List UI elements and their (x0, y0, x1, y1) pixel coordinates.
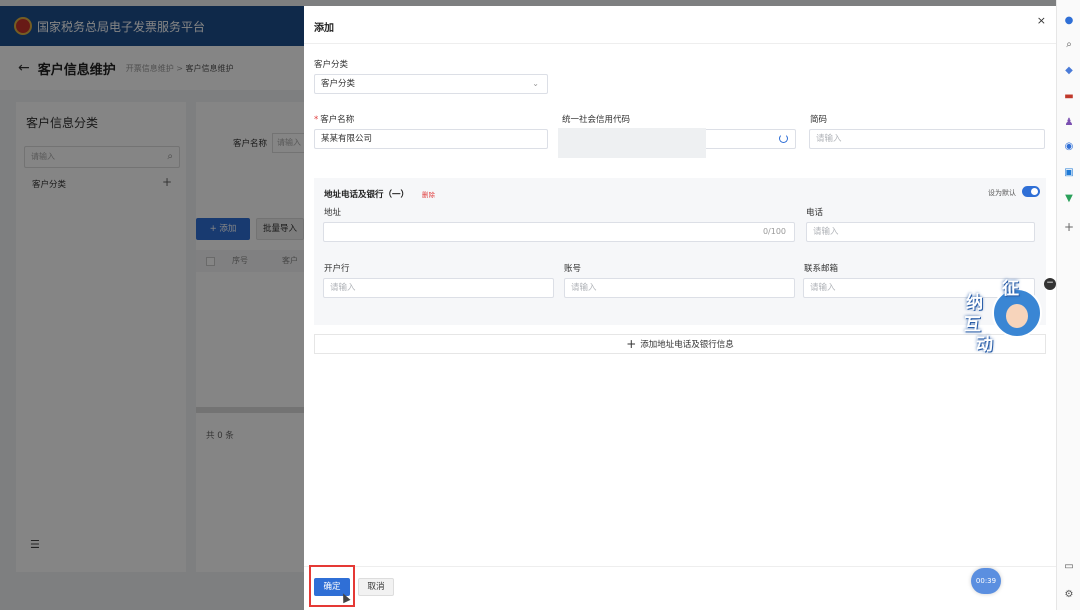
account-input[interactable]: 请输入 (564, 278, 795, 298)
close-icon[interactable]: × (1037, 14, 1046, 27)
cart-icon[interactable]: ▼ (1062, 192, 1076, 206)
address-section-title: 地址电话及银行（一） (324, 190, 410, 200)
set-default-toggle[interactable] (1022, 186, 1040, 197)
customer-category-value: 客户分类 (321, 79, 356, 89)
plus-icon: + (626, 337, 637, 351)
people-icon[interactable]: ♟ (1062, 116, 1076, 130)
search-icon[interactable]: ⌕ (1062, 38, 1076, 52)
required-mark: * (314, 115, 319, 125)
mascot-char: 征 (1002, 279, 1019, 299)
customer-name-label-text: 客户名称 (320, 115, 355, 125)
add-customer-drawer: 添加 × 客户分类 客户分类 ⌄ * 客户名称 某某有限公司 统一社会信用代码 简… (304, 6, 1056, 610)
credit-code-label: 统一社会信用代码 (562, 115, 631, 125)
short-code-input[interactable]: 请输入 (809, 129, 1045, 149)
add-icon[interactable]: + (1062, 220, 1076, 234)
screen-icon[interactable]: ▭ (1062, 560, 1076, 574)
circle-app-icon[interactable]: ◉ (1062, 140, 1076, 154)
customer-name-input[interactable]: 某某有限公司 (314, 129, 548, 149)
close-icon[interactable]: − (1044, 278, 1056, 290)
loading-spinner-icon (779, 134, 788, 143)
divider (304, 43, 1056, 44)
set-default-label: 设为默认 (988, 189, 1016, 197)
gear-icon[interactable]: ⚙ (1062, 588, 1076, 602)
mascot-char: 动 (976, 335, 993, 355)
chevron-down-icon: ⌄ (532, 79, 539, 88)
bank-label: 开户行 (324, 264, 350, 274)
add-address-bank-button[interactable]: + 添加地址电话及银行信息 (314, 334, 1046, 354)
delete-link[interactable]: 删除 (422, 189, 435, 199)
bell-icon[interactable]: ● (1062, 14, 1076, 28)
footer-divider (304, 566, 1056, 567)
customer-name-value: 某某有限公司 (321, 134, 373, 144)
phone-input[interactable]: 请输入 (806, 222, 1035, 242)
briefcase-icon[interactable]: ▬ (1062, 90, 1076, 104)
phone-label: 电话 (806, 208, 824, 218)
customer-category-select[interactable]: 客户分类 ⌄ (314, 74, 548, 94)
browser-sidebar: ● ⌕ ◆ ▬ ♟ ◉ ▣ ▼ + ▭ ⚙ (1056, 0, 1080, 610)
drawer-title: 添加 (314, 23, 334, 34)
cancel-button[interactable]: 取消 (358, 578, 394, 596)
tag-icon[interactable]: ◆ (1062, 64, 1076, 78)
interaction-mascot-badge[interactable]: 征 纳 互 动 − (964, 276, 1056, 355)
address-label: 地址 (324, 208, 342, 218)
short-code-label: 简码 (810, 115, 828, 125)
address-char-counter: 0/100 (762, 227, 786, 236)
address-phone-bank-section: 地址电话及银行（一） 删除 设为默认 地址 0/100 电话 请输入 开户行 请… (314, 178, 1046, 325)
address-input[interactable]: 0/100 (323, 222, 795, 242)
customer-category-label: 客户分类 (314, 60, 349, 70)
bank-input[interactable]: 请输入 (323, 278, 554, 298)
timer-badge[interactable]: 00:39 (971, 568, 1001, 594)
account-label: 账号 (564, 264, 582, 274)
add-address-bank-label: 添加地址电话及银行信息 (640, 340, 734, 350)
customer-name-label: * 客户名称 (314, 113, 354, 125)
outlook-icon[interactable]: ▣ (1062, 166, 1076, 180)
redacted-mask (558, 128, 706, 158)
email-label: 联系邮箱 (804, 264, 839, 274)
